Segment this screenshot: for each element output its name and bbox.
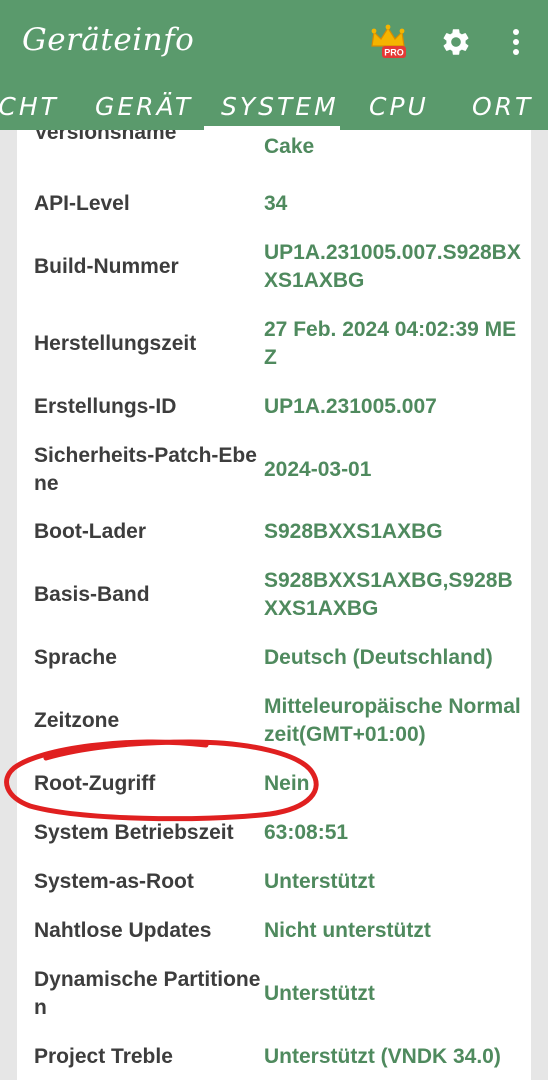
- info-label: Root-Zugriff: [34, 772, 156, 795]
- info-value: UP1A.231005.007.S928BXXS1AXBG: [264, 241, 521, 292]
- tab-system[interactable]: SYSTEM: [221, 92, 339, 121]
- app-bar: Geräteinfo PRO: [0, 0, 548, 84]
- info-value: Nein: [264, 772, 310, 795]
- more-options-button[interactable]: [494, 20, 538, 64]
- info-label: Build-Nummer: [34, 255, 179, 278]
- settings-button[interactable]: [434, 20, 478, 64]
- app-screen: Geräteinfo PRO ICHT G: [0, 0, 548, 1080]
- info-value: Android 14 Upside Down Cake: [264, 135, 315, 158]
- info-label: Erstellungs-ID: [34, 395, 177, 418]
- tab-overview[interactable]: ICHT: [0, 92, 59, 121]
- info-label: API-Level: [34, 192, 130, 215]
- info-value: 27 Feb. 2024 04:02:39 MEZ: [264, 318, 517, 369]
- gear-icon: [443, 29, 469, 55]
- info-value: S928BXXS1AXBG: [264, 520, 443, 543]
- pro-badge: PRO: [384, 48, 404, 58]
- info-label: System-as-Root: [34, 870, 194, 893]
- info-value: Nicht unterstützt: [264, 919, 431, 942]
- system-info-card: Versionsname Android 14 Upside Down Cake…: [17, 130, 531, 1080]
- info-value: Deutsch (Deutschland): [264, 646, 493, 669]
- info-value: Mitteleuropäische Normalzeit(GMT+01:00): [264, 695, 521, 746]
- info-label: Basis-Band: [34, 583, 150, 606]
- info-label: Nahtlose Updates: [34, 919, 212, 942]
- tab-cpu[interactable]: CPU: [369, 92, 429, 121]
- tab-location[interactable]: ORT: [472, 92, 533, 121]
- info-value: Unterstützt (VNDK 34.0): [264, 1045, 501, 1068]
- more-vert-icon: [513, 29, 519, 55]
- info-label: System Betriebszeit: [34, 821, 234, 844]
- info-value: S928BXXS1AXBG,S928BXXS1AXBG: [264, 569, 513, 620]
- info-label: Sicherheits-Patch-Ebene: [34, 444, 257, 495]
- info-label: Boot-Lader: [34, 520, 146, 543]
- info-label: Project Treble: [34, 1045, 173, 1068]
- app-title: Geräteinfo: [22, 22, 195, 58]
- info-value: Unterstützt: [264, 870, 375, 893]
- tab-bar: ICHT GERÄT SYSTEM CPU ORT: [0, 84, 548, 130]
- tab-device[interactable]: GERÄT: [95, 92, 193, 121]
- info-label: Dynamische Partitionen: [34, 968, 261, 1019]
- info-value: Unterstützt: [264, 982, 375, 1005]
- info-value: 2024-03-01: [264, 458, 372, 481]
- pro-button[interactable]: PRO: [366, 20, 410, 64]
- info-value: UP1A.231005.007: [264, 395, 437, 418]
- info-label: Herstellungszeit: [34, 332, 197, 355]
- info-value: 63:08:51: [264, 821, 349, 844]
- info-label: Versionsname: [34, 130, 177, 144]
- info-label: Sprache: [34, 646, 117, 669]
- crown-pro-icon: PRO: [371, 24, 406, 58]
- info-label: Zeitzone: [34, 709, 120, 732]
- info-value: 34: [264, 192, 288, 215]
